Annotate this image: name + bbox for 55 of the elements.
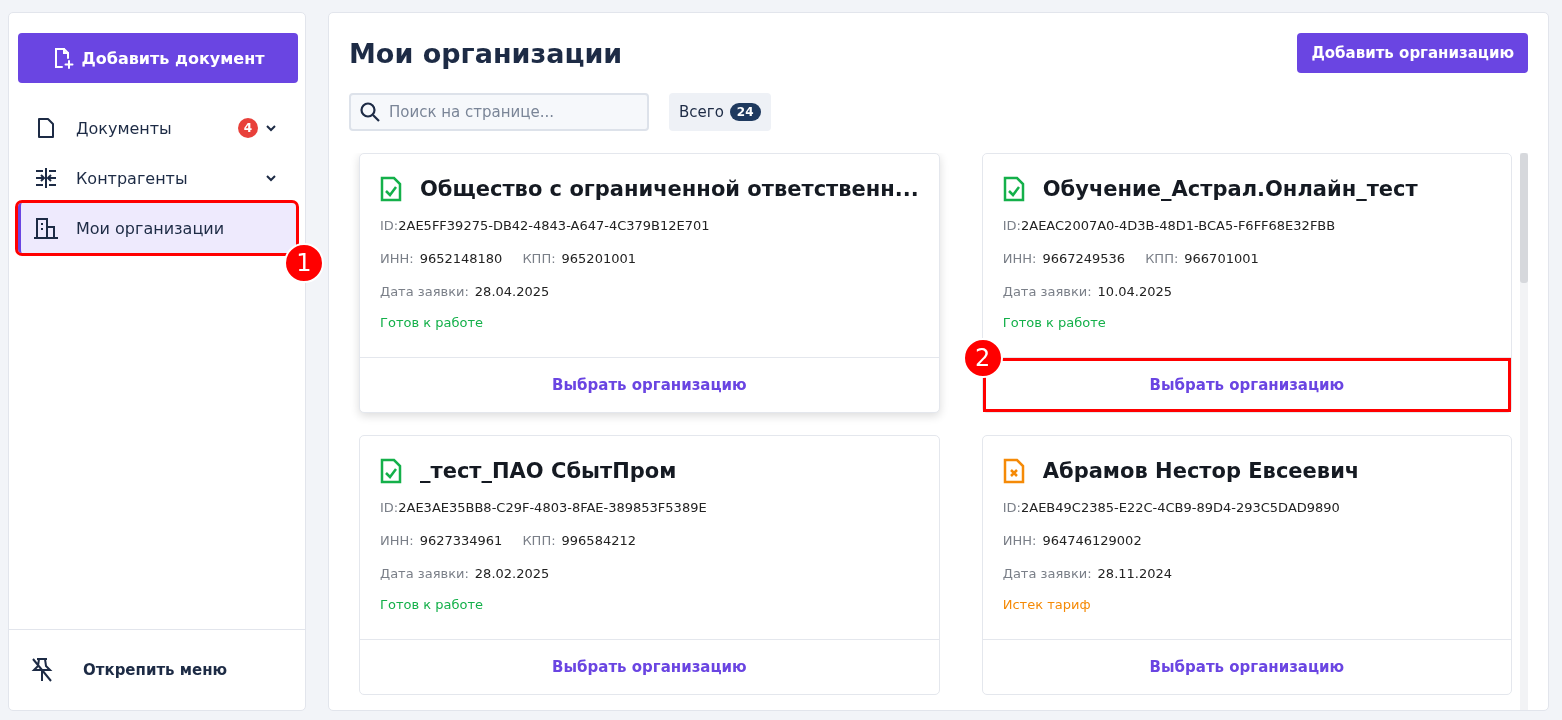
callout-number: 1 xyxy=(284,243,324,283)
callout-number: 2 xyxy=(962,338,1003,378)
total-count: 24 xyxy=(729,103,761,121)
nav-item[interactable]: Документы 4 xyxy=(18,103,296,153)
organization-id: ID:2AEB49C2385-E22C-4CB9-89D4-293C5DAD9890 xyxy=(1002,500,1341,517)
organization-id: ID:2AE3AE35BB8-C29F-4803-8FAE-389853F5389E xyxy=(380,500,708,517)
arrows-exchange-icon xyxy=(34,167,58,189)
page-title: Мои организации xyxy=(349,37,623,69)
select-organization-button[interactable]: Выбрать организацию xyxy=(360,358,939,412)
search-icon xyxy=(360,102,380,122)
kpp-value: 996584212 xyxy=(561,533,636,550)
building-icon xyxy=(34,217,58,239)
status-text: Готов к работе xyxy=(380,315,484,332)
date-label: Дата заявки: xyxy=(380,566,469,583)
date-value: 28.02.2025 xyxy=(474,566,550,583)
add-organization-button[interactable]: Добавить организацию xyxy=(1297,33,1528,73)
search-field[interactable]: Поиск на странице... xyxy=(349,93,649,131)
kpp-label: КПП: xyxy=(522,533,556,550)
kpp-label: КПП: xyxy=(522,251,556,268)
inn-label: ИНН: xyxy=(1002,533,1037,550)
notification-badge: 4 xyxy=(238,118,258,138)
organization-name: Общество с ограниченной ответственн... xyxy=(420,177,919,201)
organization-id: ID:2AE5FF39275-DB42-4843-A647-4C379B12E701 xyxy=(380,218,711,235)
add-document-button[interactable]: Добавить документ xyxy=(18,33,298,83)
unpin-menu-button[interactable]: Открепить меню xyxy=(31,657,228,683)
total-label: Всего xyxy=(679,103,724,121)
inn-value: 9627334961 xyxy=(419,533,503,550)
kpp-label: КПП: xyxy=(1145,251,1179,268)
select-organization-button[interactable]: Выбрать организацию xyxy=(982,640,1511,694)
date-value: 10.04.2025 xyxy=(1097,284,1173,301)
organization-name: Обучение_Астрал.Онлайн_тест xyxy=(1042,177,1418,201)
organization-name: _тест_ПАО СбытПром xyxy=(420,459,677,483)
select-organization-button[interactable]: Выбрать организацию xyxy=(360,640,939,694)
date-value: 28.04.2025 xyxy=(474,284,550,301)
nav-item[interactable]: Контрагенты xyxy=(18,153,296,203)
date-label: Дата заявки: xyxy=(1002,284,1092,301)
inn-label: ИНН: xyxy=(380,533,414,550)
scrollbar[interactable] xyxy=(1520,153,1528,710)
date-label: Дата заявки: xyxy=(1002,566,1092,583)
inn-value: 9652148180 xyxy=(419,251,503,268)
unpin-icon xyxy=(31,657,53,683)
inn-label: ИНН: xyxy=(1002,251,1037,268)
date-label: Дата заявки: xyxy=(380,284,469,301)
inn-value: 964746129002 xyxy=(1042,533,1142,550)
nav-item[interactable]: Мои организации xyxy=(18,203,296,253)
status-text: Готов к работе xyxy=(380,597,484,614)
status-text: Готов к работе xyxy=(1002,315,1107,332)
kpp-value: 966701001 xyxy=(1184,251,1259,268)
organization-id: ID:2AEAC2007A0-4D3B-48D1-BCA5-F6FF68E32FBB xyxy=(1002,218,1337,235)
status-text: Истек тариф xyxy=(1002,597,1092,614)
organization-name: Абрамов Нестор Евсеевич xyxy=(1042,459,1360,483)
date-value: 28.11.2024 xyxy=(1097,566,1173,583)
inn-value: 9667249536 xyxy=(1042,251,1126,268)
inn-label: ИНН: xyxy=(380,251,414,268)
kpp-value: 965201001 xyxy=(561,251,636,268)
